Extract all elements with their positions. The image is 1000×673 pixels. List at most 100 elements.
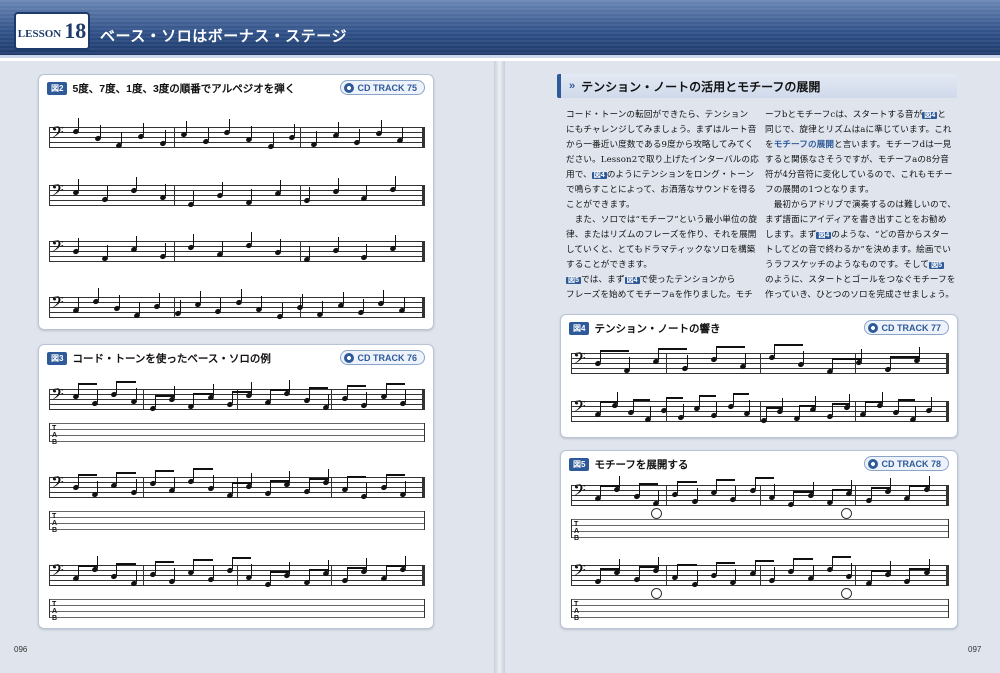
figure-2-heading: 図2 5度、7度、1度、3度の順番でアルペジオを弾く	[47, 81, 295, 96]
note-stem	[159, 293, 161, 305]
note-stem	[272, 133, 274, 145]
note-stem	[121, 132, 123, 144]
note-stem	[97, 556, 99, 568]
figure-2-cd-track: CD TRACK 75	[340, 80, 425, 95]
note-stem	[735, 569, 737, 581]
figure-4-title: テンション・ノートの響き	[594, 323, 721, 335]
lesson-word: LESSON	[17, 28, 62, 40]
beam	[716, 562, 736, 564]
lesson-header: LESSON 18 ベース・ソロはボーナス・ステージ	[0, 0, 1000, 58]
barline	[143, 477, 144, 498]
staff-line	[49, 205, 425, 206]
note-stem	[164, 184, 166, 196]
figure-5-heading: 図5 モチーフを展開する	[569, 457, 688, 472]
beam	[677, 481, 697, 483]
page-number-left: 096	[14, 645, 28, 654]
note-stem	[890, 478, 891, 490]
text-line: フレーズを始めてモチーフaを作りました。モチ	[566, 288, 753, 303]
barline	[854, 401, 856, 422]
text-span: します。まず	[765, 230, 817, 240]
tab-line	[571, 605, 949, 606]
page-number-right: 097	[968, 645, 982, 654]
note-stem	[193, 191, 195, 203]
bass-clef-icon: 𝄢	[51, 122, 64, 146]
beam	[638, 483, 658, 485]
note-stem	[359, 129, 361, 141]
note-stem	[179, 300, 181, 312]
note-stem	[616, 392, 618, 404]
figure-5-reference: 図5	[929, 262, 945, 269]
text-span: フレーズを始めてモチーフaを作りました。モチ	[566, 290, 753, 300]
beam	[308, 387, 328, 389]
staff-line	[49, 147, 425, 148]
text-span: のように、スタートとゴールをつなぐモチーフを	[765, 275, 956, 285]
beam	[385, 383, 405, 385]
text-line: ーフbとモチーフcは、スタートする音が 図4 と	[765, 108, 953, 123]
note-stem	[362, 299, 364, 311]
note-stem	[251, 126, 252, 138]
staff-line	[49, 142, 425, 143]
note-stem	[251, 382, 252, 394]
note-stem	[97, 390, 99, 402]
text-span: すると関係なさそうですが、モチーフaの8分音	[765, 155, 949, 165]
text-line: まず譜面にアイディアを書き出すことをお勧め	[765, 213, 953, 228]
bass-clef-icon: 𝄢	[51, 560, 64, 584]
note-stem	[289, 562, 291, 574]
note-stem	[812, 482, 814, 494]
cd-icon	[868, 322, 879, 333]
figure-4-reference: 図4	[591, 172, 607, 179]
text-span: と	[937, 110, 947, 120]
cd-track-label: CD TRACK 78	[881, 458, 941, 469]
figure-2-title: 5度、7度、1度、3度の順番でアルペジオを弾く	[72, 83, 296, 95]
note-stem	[279, 180, 281, 192]
barline	[760, 485, 761, 506]
text-span: することができます。	[566, 260, 653, 270]
figure-2-panel: 図2 5度、7度、1度、3度の順番でアルペジオを弾く CD TRACK 75 𝄢…	[38, 74, 434, 330]
beam	[732, 393, 750, 395]
text-line: また、ソロでは“モチーフ”という最小単位の旋	[566, 213, 757, 228]
cd-track-label: CD TRACK 76	[357, 352, 417, 363]
note-stem	[919, 347, 920, 359]
beam	[716, 346, 745, 348]
beam	[793, 558, 813, 560]
text-span: まず譜面にアイディアを書き出すことをお勧め	[765, 215, 947, 225]
note-stem	[135, 388, 137, 400]
text-line: ださい。Lesson2で取り上げたインターバルの応	[566, 153, 759, 168]
note-stem	[106, 186, 108, 198]
figure-4-reference: 図4	[816, 232, 832, 239]
barline	[331, 389, 332, 410]
text-line: ことができます。	[566, 198, 750, 213]
text-span: のような、“どの音からスター	[831, 230, 949, 240]
tab-line	[571, 531, 949, 532]
barline	[424, 127, 425, 148]
tab-staff: T A B	[49, 423, 425, 446]
text-span: フの展開の1つとなります。	[765, 185, 874, 195]
staff-line	[49, 312, 425, 313]
barline	[174, 185, 176, 206]
barline	[49, 389, 50, 410]
note-stem	[404, 390, 406, 402]
beam	[754, 477, 774, 479]
note-stem	[395, 235, 397, 247]
text-line: のように、スタートとゴールをつなぐモチーフを	[765, 273, 956, 288]
note-stem	[327, 394, 329, 406]
text-span: また、ソロでは“モチーフ”という最小単位の旋	[566, 215, 758, 225]
note-stem	[164, 243, 166, 255]
barline	[665, 353, 667, 374]
beam	[193, 559, 213, 561]
motif-marker	[841, 508, 852, 519]
staff: 𝄢	[49, 122, 425, 151]
barline	[424, 599, 425, 618]
note-stem	[174, 386, 176, 398]
staff-line	[49, 185, 425, 186]
barline	[424, 423, 425, 442]
text-span: 用で、	[566, 170, 592, 180]
note-stem	[118, 295, 120, 307]
barline	[854, 565, 856, 586]
text-line: することができます。	[566, 258, 750, 273]
tab-line	[571, 519, 949, 520]
barline	[571, 565, 572, 586]
note-stem	[404, 556, 406, 568]
beam	[347, 385, 367, 387]
figure-4-panel: 図4 テンション・ノートの響き CD TRACK 77 𝄢 𝄢	[560, 314, 958, 438]
